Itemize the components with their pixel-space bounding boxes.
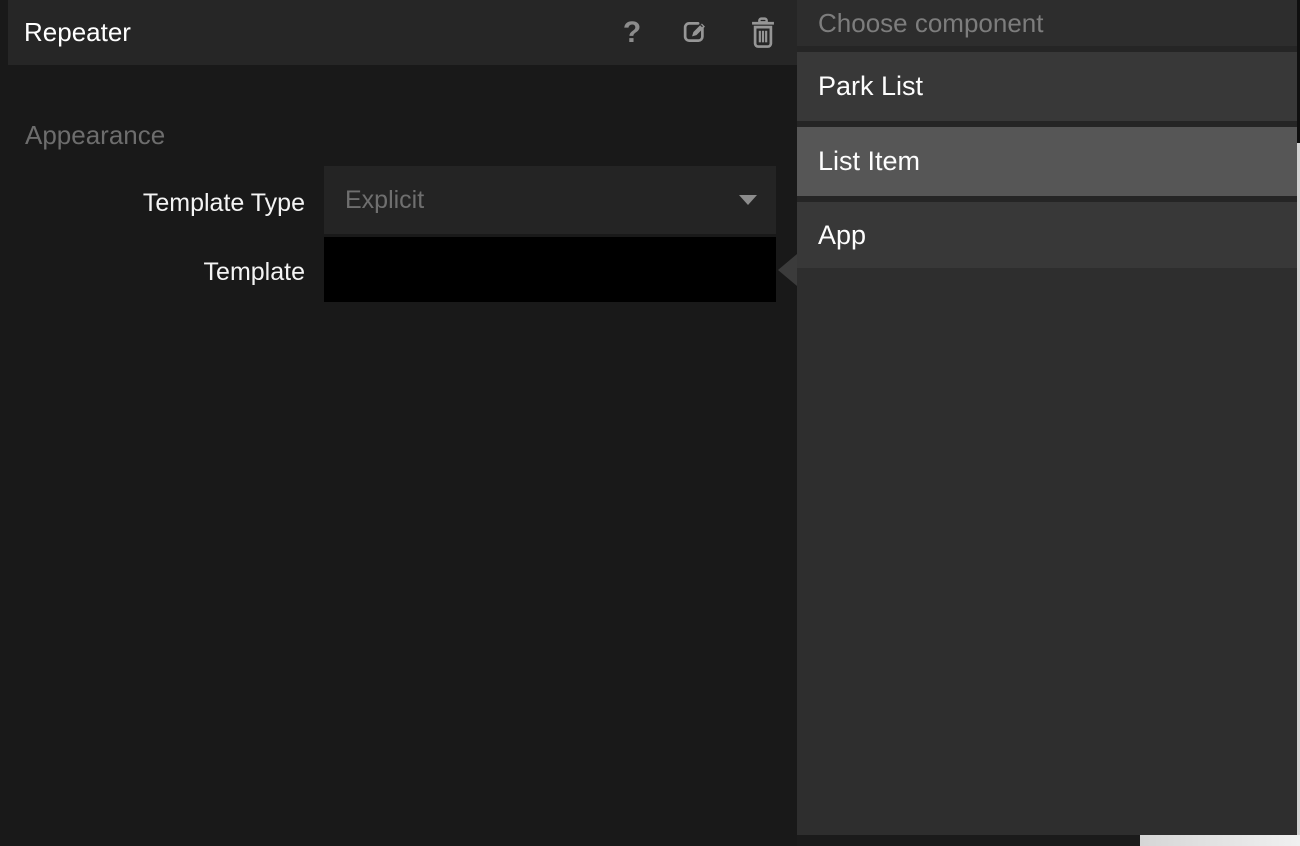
template-value-field[interactable] <box>324 237 776 302</box>
section-title-appearance: Appearance <box>25 120 165 150</box>
template-type-select[interactable]: Explicit <box>324 166 776 234</box>
template-type-label: Template Type <box>0 188 305 218</box>
edit-button[interactable] <box>676 14 714 52</box>
page-title: Repeater <box>24 0 131 65</box>
repeater-properties-screen: Repeater ? <box>0 0 1300 846</box>
help-icon: ? <box>623 14 641 52</box>
edit-icon <box>679 16 711 51</box>
help-button[interactable]: ? <box>613 14 651 52</box>
picker-option-list-item[interactable]: List Item <box>797 127 1297 196</box>
properties-header-bar: Repeater ? <box>8 0 797 65</box>
bottom-dark-strip <box>797 835 1140 846</box>
component-picker-panel: Choose component Park List List Item App <box>797 0 1297 835</box>
delete-button[interactable] <box>744 14 782 52</box>
component-picker-title: Choose component <box>797 0 1297 46</box>
bottom-right-light-corner <box>1140 835 1300 846</box>
template-label: Template <box>0 257 305 287</box>
template-type-value: Explicit <box>345 166 424 234</box>
trash-icon <box>748 15 778 52</box>
component-picker-list: Choose component Park List List Item App <box>797 0 1297 268</box>
picker-panel-arrow <box>778 254 797 286</box>
picker-option-park-list[interactable]: Park List <box>797 52 1297 121</box>
picker-option-app[interactable]: App <box>797 202 1297 268</box>
chevron-down-icon <box>739 195 757 205</box>
